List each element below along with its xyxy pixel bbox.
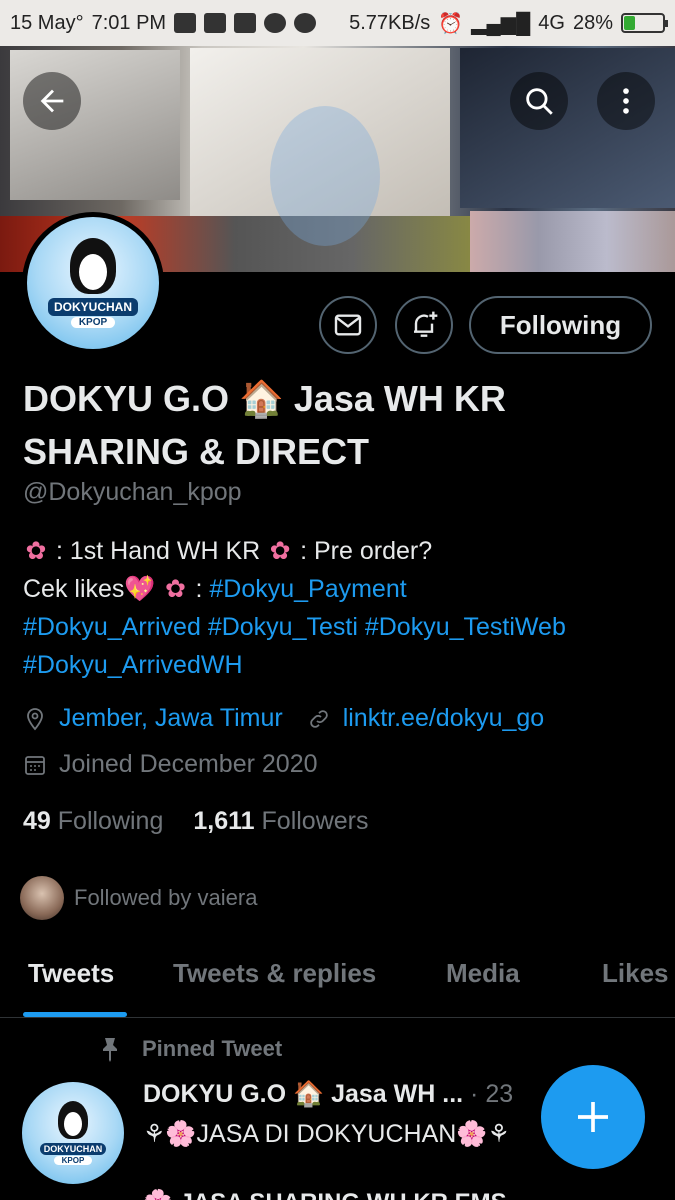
app-icon [234,13,257,33]
bio-text: : Pre order? [300,537,433,565]
tweet-author: DOKYU G.O 🏠 Jasa WH ... [143,1080,464,1108]
hashtag-link[interactable]: #Dokyu_Arrived [23,613,201,641]
profile-avatar[interactable]: DOKYUCHAN KPOP [22,212,164,354]
plus-icon [578,1102,608,1132]
chat-icon [264,13,287,33]
status-time: 7:01 PM [91,11,167,34]
hashtag-link[interactable]: #Dokyu_Testi [208,613,358,641]
hashtag-link[interactable]: #Dokyu_ArrivedWH [23,651,243,679]
tab-tweets[interactable]: Tweets [28,958,114,989]
bio-text: : 1st Hand WH KR [55,537,261,565]
profile-name: DOKYU G.O 🏠 Jasa WH KR SHARING & DIRECT [23,378,506,472]
more-button[interactable] [597,72,655,130]
profile-tabs: Tweets Tweets & replies Media Likes [0,940,675,1018]
more-vertical-icon [623,88,629,114]
tweet-time: · 23 [470,1080,514,1108]
flower-icon: ✿ [165,575,186,603]
bio-text: Cek likes💖 [23,575,156,603]
tweet-header[interactable]: DOKYU G.O 🏠 Jasa WH ... · 23 [143,1080,513,1109]
active-tab-indicator [23,1012,127,1017]
battery-percent: 28% [572,11,613,34]
joined-text: Joined December 2020 [59,750,318,778]
profile-bio: ✿ : 1st Hand WH KR ✿ : Pre order? Cek li… [23,532,663,684]
back-button[interactable] [23,72,81,130]
search-button[interactable] [510,72,568,130]
message-button[interactable] [319,296,377,354]
flower-icon: ✿ [269,537,291,565]
location-pin-icon [27,707,43,730]
calendar-icon [25,755,45,775]
tweet-text[interactable]: ⚘🌸JASA DI DOKYUCHAN🌸⚘ [143,1119,510,1149]
flower-icon: ✿ [25,537,47,565]
penguin-logo-icon [70,238,116,294]
app-icon [204,13,227,33]
pin-icon [103,1038,117,1062]
hashtag-link[interactable]: #Dokyu_TestiWeb [365,613,566,641]
tweet-text-continued: 🌸 JASA SHARING WH KR EMS [143,1188,533,1200]
youtube-icon [174,13,197,33]
status-bar: 15 May° 7:01 PM 5.77KB/s ⏰ ▂▄▆█ 4G 28% [0,0,675,46]
avatar-text: DOKYUCHAN [48,298,138,316]
avatar-subtext: KPOP [70,317,116,328]
bio-text: : [195,575,203,603]
joined-row: Joined December 2020 [23,750,318,779]
bell-plus-icon [414,311,438,337]
alarm-icon: ⏰ [438,12,464,35]
line-icon [294,13,317,33]
network-type: 4G [538,11,565,34]
location-text[interactable]: Jember, Jawa Timur [59,704,283,733]
arrow-left-icon [40,89,64,113]
followed-by-row[interactable]: Followed by vaiera [20,876,257,920]
profile-handle: @Dokyuchan_kpop [23,478,242,506]
avatar-subtext: KPOP [53,1156,93,1165]
avatar [20,876,64,920]
compose-tweet-button[interactable] [541,1065,645,1169]
profile-meta: Jember, Jawa Timur linktr.ee/dokyu_go [23,704,544,733]
following-count-link[interactable]: 49 Following [23,807,163,836]
pinned-label: Pinned Tweet [98,1036,282,1062]
network-speed: 5.77KB/s [349,11,431,34]
signal-icon: ▂▄▆█ [471,12,531,35]
notifications-button[interactable] [395,296,453,354]
penguin-logo-icon [58,1101,88,1139]
follow-counts: 49 Following 1,611 Followers [23,807,369,836]
tab-media[interactable]: Media [446,958,520,989]
avatar-text: DOKYUCHAN [39,1143,107,1155]
hashtag-link[interactable]: #Dokyu_Payment [209,575,406,603]
link-icon [309,709,328,728]
tab-tweets-replies[interactable]: Tweets & replies [173,958,376,989]
search-icon [526,88,553,115]
envelope-icon [334,314,362,336]
followers-count-link[interactable]: 1,611 Followers [193,807,368,836]
following-button[interactable]: Following [469,296,652,354]
tab-likes[interactable]: Likes [602,958,669,989]
followed-by-text: Followed by vaiera [74,885,258,910]
tweet-avatar[interactable]: DOKYUCHAN KPOP [22,1082,124,1184]
status-date: 15 May° [10,11,84,34]
battery-icon [621,13,668,33]
website-link[interactable]: linktr.ee/dokyu_go [343,704,545,733]
